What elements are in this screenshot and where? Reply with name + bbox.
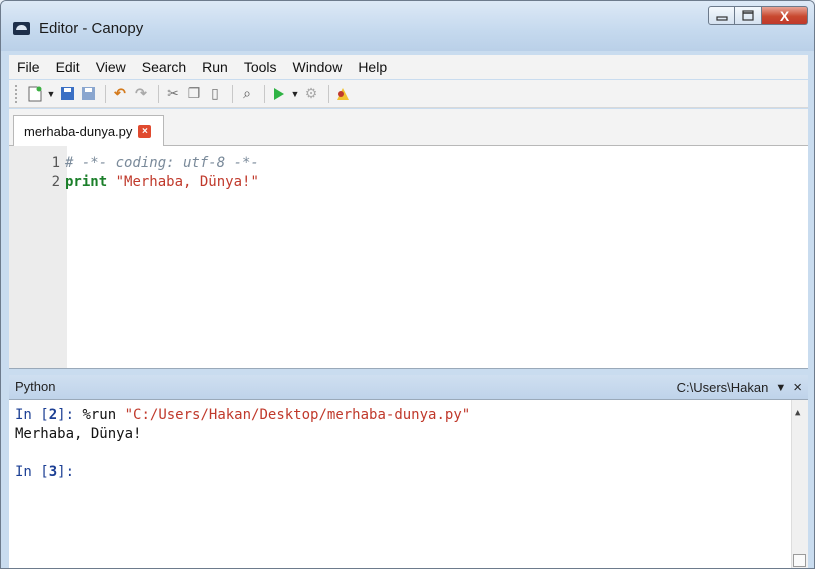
save-icon[interactable] xyxy=(58,85,76,103)
cut-icon[interactable]: ✂ xyxy=(164,85,182,103)
console-output-line: Merhaba, Dünya! xyxy=(15,426,142,442)
close-icon[interactable]: × xyxy=(793,379,802,396)
toolbar-separator xyxy=(328,84,329,103)
menu-window[interactable]: Window xyxy=(285,59,351,75)
console-panel-controls: C:\Users\Hakan ▼ × xyxy=(677,379,802,396)
menu-tools[interactable]: Tools xyxy=(236,59,285,75)
editor-tab-bar: merhaba-dunya.py × xyxy=(9,109,808,146)
toolbar-grip[interactable] xyxy=(15,84,20,103)
python-console[interactable]: In [2]: %run "C:/Users/Hakan/Desktop/mer… xyxy=(9,400,808,568)
console-panel-header: Python C:\Users\Hakan ▼ × xyxy=(9,375,808,400)
menu-edit[interactable]: Edit xyxy=(48,59,88,75)
string-text: "Merhaba, Dünya!" xyxy=(115,174,259,190)
console-scrollbar[interactable]: ▲ xyxy=(791,400,808,568)
menu-help[interactable]: Help xyxy=(350,59,395,75)
title-bar[interactable]: Editor - Canopy X xyxy=(1,1,814,51)
toolbar-separator xyxy=(158,84,159,103)
console-output: In [2]: %run "C:/Users/Hakan/Desktop/mer… xyxy=(15,406,470,482)
menu-file[interactable]: File xyxy=(9,59,48,75)
close-icon: X xyxy=(779,7,790,24)
working-directory: C:\Users\Hakan xyxy=(676,380,769,395)
prompt-text: In [ xyxy=(15,407,49,423)
toolbar: ▼ ↶ ↷ ✂ ❐ ▯ ⌕ ▼ ⚙ xyxy=(9,80,808,108)
console-panel-title: Python xyxy=(15,379,56,394)
profile-icon[interactable] xyxy=(334,85,352,103)
toolbar-separator xyxy=(232,84,233,103)
menu-bar: File Edit View Search Run Tools Window H… xyxy=(9,55,808,79)
command-text: %run xyxy=(82,407,125,423)
menu-search[interactable]: Search xyxy=(134,59,194,75)
toolbar-separator xyxy=(105,84,106,103)
find-icon[interactable]: ⌕ xyxy=(238,85,256,103)
copy-icon[interactable]: ❐ xyxy=(185,85,203,103)
window-controls: X xyxy=(708,6,808,26)
new-file-icon[interactable] xyxy=(26,85,44,103)
code-line: 2 print "Merhaba, Dünya!" xyxy=(9,173,259,192)
line-number: 1 xyxy=(51,155,60,171)
prompt-number: 3 xyxy=(48,464,58,480)
keyword-text: print xyxy=(65,174,108,190)
prompt-text: ]: xyxy=(57,407,83,423)
close-button[interactable]: X xyxy=(762,6,808,25)
prompt-text: In [ xyxy=(15,464,49,480)
menu-view[interactable]: View xyxy=(88,59,134,75)
canopy-app-icon xyxy=(13,22,30,35)
toolbar-separator xyxy=(264,84,265,103)
paste-icon[interactable]: ▯ xyxy=(206,85,224,103)
chevron-down-icon[interactable]: ▼ xyxy=(775,382,786,394)
prompt-number: 2 xyxy=(48,407,58,423)
menu-run[interactable]: Run xyxy=(194,59,236,75)
debug-icon[interactable]: ⚙ xyxy=(302,85,320,103)
dropdown-arrow-icon[interactable]: ▼ xyxy=(291,85,300,103)
maximize-icon xyxy=(742,10,754,21)
tab-close-icon[interactable]: × xyxy=(138,124,152,138)
tab-merhaba-dunya[interactable]: merhaba-dunya.py × xyxy=(13,115,165,146)
prompt-text: ]: xyxy=(57,464,83,480)
code-content: 1 # -*- coding: utf-8 -*- 2 print "Merha… xyxy=(9,154,259,192)
console-input-line: In [3]: xyxy=(15,463,470,482)
minimize-icon xyxy=(715,15,728,21)
console-input-line: In [2]: %run "C:/Users/Hakan/Desktop/mer… xyxy=(15,406,470,425)
command-argument: "C:/Users/Hakan/Desktop/merhaba-dunya.py… xyxy=(124,407,471,423)
save-all-icon[interactable] xyxy=(79,85,97,103)
scroll-up-icon[interactable]: ▲ xyxy=(795,404,800,423)
window-title: Editor - Canopy xyxy=(39,20,144,37)
scroll-corner[interactable] xyxy=(793,554,806,567)
comment-text: # -*- coding: utf-8 -*- xyxy=(65,155,259,171)
minimize-button[interactable] xyxy=(708,6,735,25)
code-editor[interactable]: 1 # -*- coding: utf-8 -*- 2 print "Merha… xyxy=(9,146,808,369)
dropdown-arrow-icon[interactable]: ▼ xyxy=(47,85,56,103)
run-icon[interactable] xyxy=(270,85,288,103)
code-line: 1 # -*- coding: utf-8 -*- xyxy=(9,154,259,173)
redo-icon[interactable]: ↷ xyxy=(132,85,150,103)
editor-window: Editor - Canopy X File Edit View Search … xyxy=(0,0,815,569)
line-number: 2 xyxy=(51,174,60,190)
tab-label: merhaba-dunya.py xyxy=(24,123,133,139)
maximize-button[interactable] xyxy=(735,6,762,25)
undo-icon[interactable]: ↶ xyxy=(111,85,129,103)
